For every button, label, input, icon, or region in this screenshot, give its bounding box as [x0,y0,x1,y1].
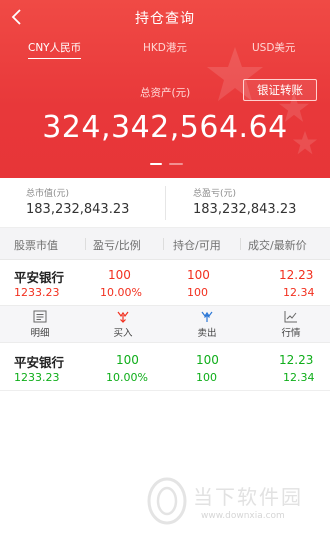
detail-button[interactable]: 明细 [20,310,60,339]
available-qty: 100 [187,286,208,299]
latest-price: 12.34 [283,371,315,384]
sell-label: 卖出 [197,328,217,339]
row-divider [0,390,330,391]
nav-bar: 持仓查询 [0,0,330,34]
market-label: 行情 [281,328,301,339]
available-qty: 100 [196,371,217,384]
page-dot-active [150,163,162,165]
total-assets-value: 324,342,564.64 [42,110,288,145]
summary-divider [165,186,166,220]
total-assets-label: 总资产(元) [140,87,191,99]
profit-cell: 总盈亏(元) 183,232,843.23 [193,186,296,217]
deal-price: 12.23 [279,268,314,282]
tab-hkd[interactable]: HKD港元 [143,40,187,55]
watermark-url: www.downxia.com [201,511,285,521]
column-separator [163,238,164,250]
header-panel: 持仓查询 CNY人民币 HKD港元 USD美元 总资产(元) 银证转账 324,… [0,0,330,178]
page-indicator [150,163,184,166]
latest-price: 12.34 [283,286,315,299]
stock-market-value: 1233.23 [14,371,60,384]
bank-transfer-button[interactable]: 银证转账 [243,79,317,101]
summary-panel: 总市值(元) 183,232,843.23 总盈亏(元) 183,232,843… [0,178,330,228]
profit-ratio: 10.00% [106,371,148,384]
column-header-price: 成交/最新价 [248,239,307,252]
buy-button[interactable]: 买入 [103,310,143,339]
watermark-title: 当下软件园 [193,485,303,509]
watermark-logo-icon [147,477,187,525]
stock-market-value: 1233.23 [14,286,60,299]
profit-loss: 100 [116,353,139,367]
table-row[interactable]: 平安银行 1233.23 100 10.00% 100 100 12.23 12… [0,261,330,305]
buy-label: 买入 [113,328,133,339]
column-header-profit: 盈亏/比例 [93,239,141,252]
table-row[interactable]: 平安银行 1233.23 100 10.00% 100 100 12.23 12… [0,346,330,390]
currency-tabs: CNY人民币 HKD港元 USD美元 [0,40,330,60]
page-title: 持仓查询 [135,11,195,27]
market-chart-icon [284,311,297,323]
market-value-cell: 总市值(元) 183,232,843.23 [26,186,129,217]
position-qty: 100 [187,268,210,282]
page-dot [169,163,184,165]
profit-value: 183,232,843.23 [193,202,297,217]
tab-cny[interactable]: CNY人民币 [28,40,82,59]
position-qty: 100 [196,353,219,367]
sell-icon [201,311,213,322]
buy-icon [117,311,129,323]
detail-label: 明细 [30,328,50,339]
column-header-market-value: 股票市值 [14,239,58,252]
market-value-label: 总市值(元) [26,189,70,199]
market-value: 183,232,843.23 [26,202,130,217]
column-separator [85,238,86,250]
profit-label: 总盈亏(元) [193,189,237,199]
market-button[interactable]: 行情 [271,310,311,339]
profit-loss: 100 [108,268,131,282]
row-action-bar: 明细 买入 卖出 行情 [0,305,330,343]
sell-button[interactable]: 卖出 [187,310,227,339]
column-header-position: 持仓/可用 [173,239,221,252]
deal-price: 12.23 [279,353,314,367]
tab-usd[interactable]: USD美元 [252,40,295,55]
column-separator [240,238,241,250]
table-header: 股票市值 盈亏/比例 持仓/可用 成交/最新价 [0,228,330,260]
profit-ratio: 10.00% [100,286,142,299]
list-detail-icon [33,310,47,323]
stock-name: 平安银行 [14,355,65,370]
watermark: 当下软件园 www.downxia.com [145,475,330,535]
stock-name: 平安银行 [14,270,65,285]
